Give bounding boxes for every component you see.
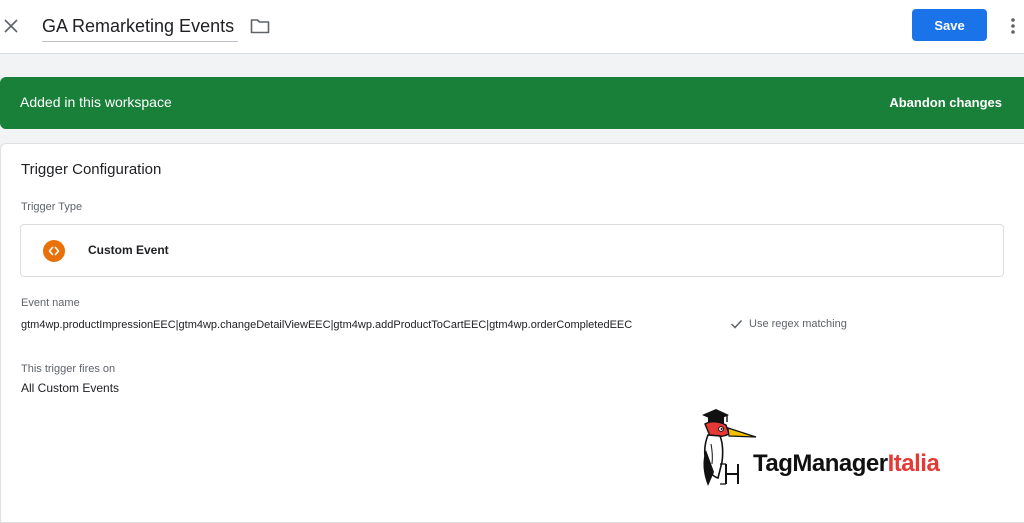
tagmanageritalia-logo: TagManagerItalia [696,406,986,490]
editor-header: GA Remarketing Events Save [0,0,1024,54]
logo-wordmark-main: TagManager [753,450,888,477]
close-button[interactable] [0,12,22,40]
trigger-type-name: Custom Event [88,243,169,257]
section-title: Trigger Configuration [21,161,162,178]
folder-icon [250,19,270,34]
abandon-changes-button[interactable]: Abandon changes [889,95,1002,110]
woodpecker-mascot-icon [702,409,757,486]
trigger-type-label: Trigger Type [21,201,83,213]
workspace-status-banner: Added in this workspace Abandon changes [0,77,1024,129]
workspace-status-text: Added in this workspace [20,94,172,110]
folder-button[interactable] [249,15,271,37]
regex-matching-label: Use regex matching [749,318,847,330]
event-name-label: Event name [21,297,80,309]
code-brackets-icon [43,240,65,262]
page-title: GA Remarketing Events [42,16,235,36]
fires-on-label: This trigger fires on [21,363,116,375]
event-name-value: gtm4wp.productImpressionEEC|gtm4wp.chang… [21,319,633,331]
regex-matching-indicator: Use regex matching [730,318,847,330]
trigger-type-selector[interactable]: Custom Event [20,224,1004,277]
logo-wordmark-accent: Italia [887,450,940,477]
logo-wordmark: TagManagerItalia [753,450,940,478]
more-vert-icon [1011,18,1015,34]
tag-name-field[interactable]: GA Remarketing Events [42,14,238,42]
trigger-configuration-card: Trigger Configuration Trigger Type Custo… [0,143,1024,523]
check-icon [730,319,743,329]
fires-on-value: All Custom Events [21,381,120,395]
more-options-button[interactable] [1005,12,1021,40]
save-button[interactable]: Save [912,9,987,41]
close-icon [4,19,18,33]
